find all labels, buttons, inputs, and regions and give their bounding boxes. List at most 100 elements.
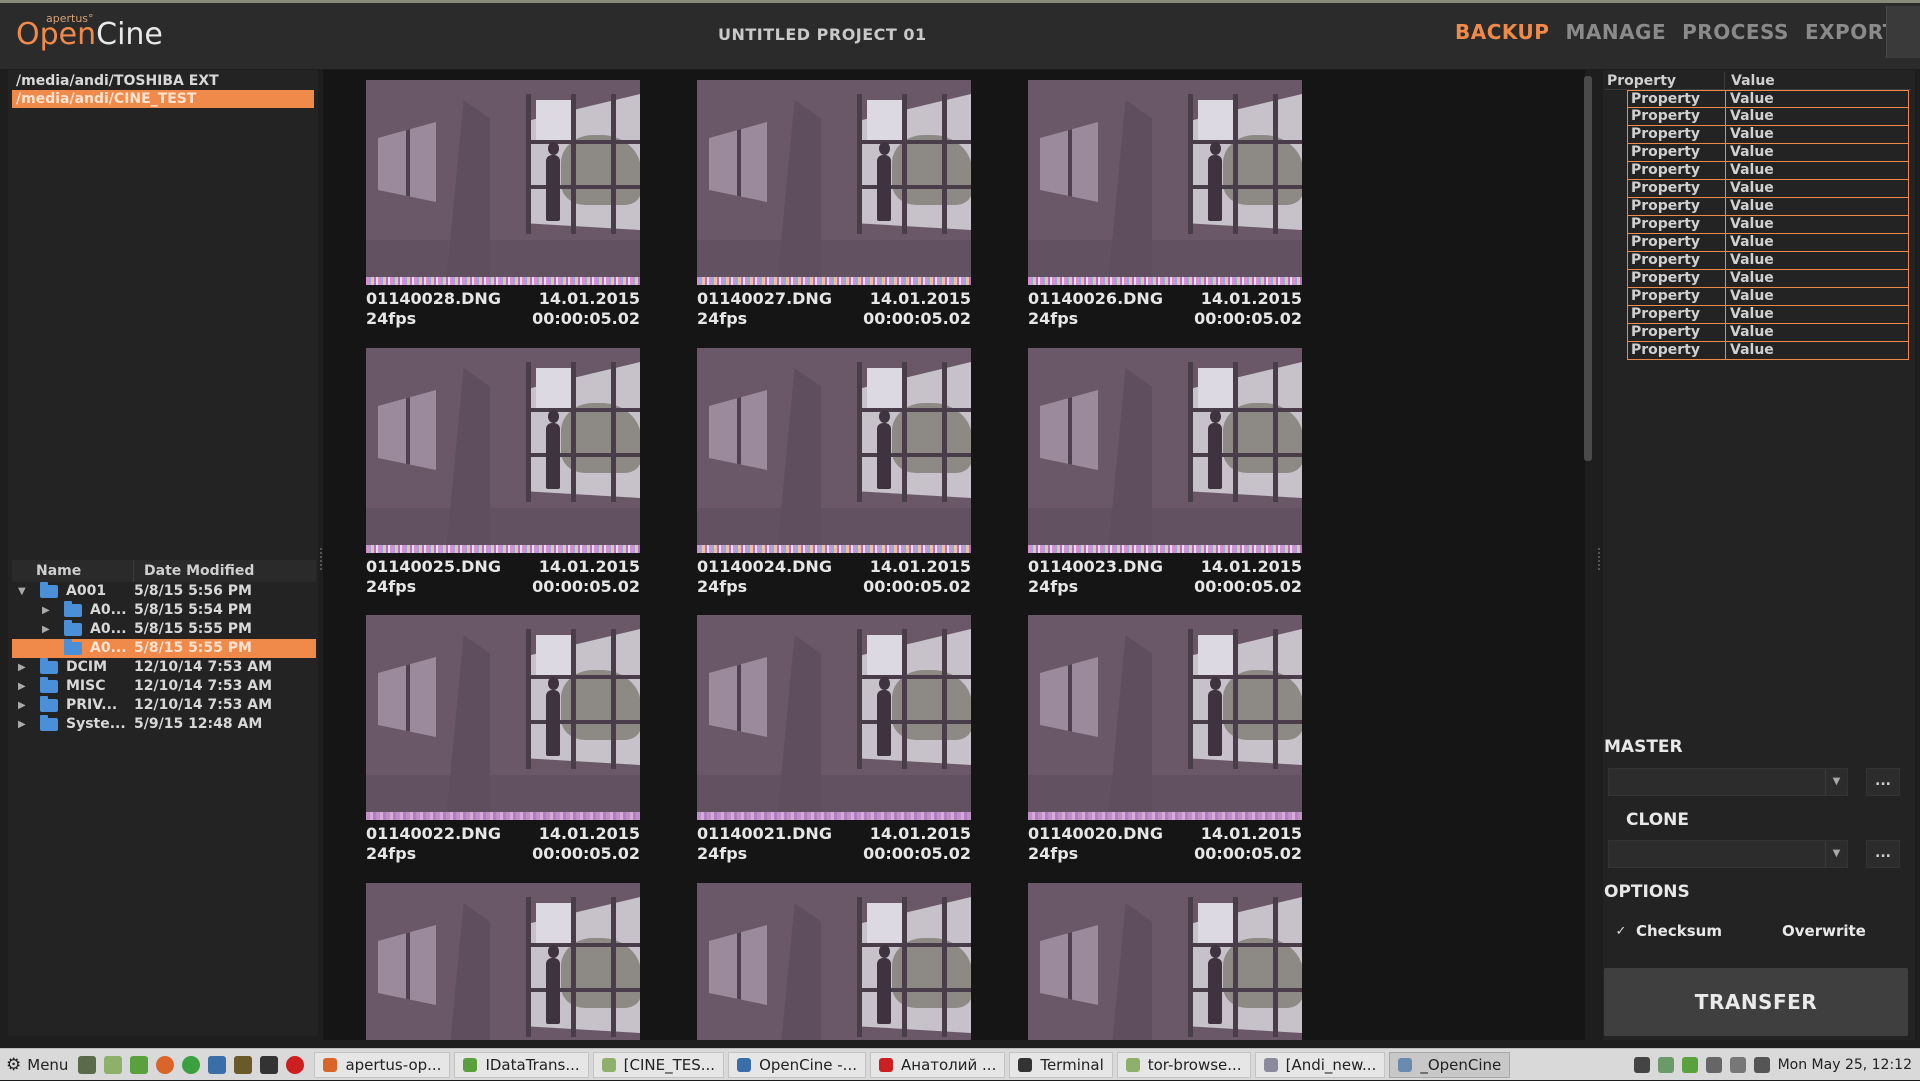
clip-thumbnail[interactable]: 01140027.DNG 24fps 14.01.2015 00:00:05.02 [697, 80, 971, 329]
chevron-down-icon[interactable]: ▼ [1825, 769, 1847, 795]
col-property[interactable]: Property [1605, 72, 1725, 89]
desktop-icon[interactable] [78, 1055, 97, 1074]
property-row[interactable]: Property Value [1627, 342, 1909, 360]
taskbar-task[interactable]: _OpenCine [1389, 1051, 1511, 1078]
tree-row[interactable]: ▶ PRIV... 12/10/14 7:53 AM [12, 696, 316, 715]
qt-icon[interactable] [130, 1055, 149, 1074]
property-row[interactable]: Property Value [1627, 252, 1909, 270]
taskbar-task[interactable]: tor-browse... [1116, 1051, 1251, 1078]
col-value[interactable]: Value [1725, 72, 1775, 89]
tree-row-selected[interactable]: A0... 5/8/15 5:55 PM [12, 639, 316, 658]
clone-browse-button[interactable]: ... [1866, 840, 1900, 868]
calculator-icon[interactable] [234, 1055, 253, 1074]
update-icon[interactable] [1681, 1057, 1698, 1073]
property-row[interactable]: Property Value [1627, 144, 1909, 162]
overwrite-checkbox[interactable] [1760, 925, 1774, 939]
terminal-icon[interactable] [260, 1055, 279, 1074]
battery-icon[interactable] [1753, 1057, 1770, 1073]
nav-manage[interactable]: MANAGE [1565, 20, 1666, 44]
network-icon[interactable] [1657, 1057, 1674, 1073]
tree-row[interactable]: ▶ A0... 5/8/15 5:55 PM [12, 620, 316, 639]
checkmark-icon[interactable]: ✓ [1614, 924, 1628, 939]
code-icon [737, 1057, 752, 1072]
clip-thumbnail[interactable]: 01140026.DNG 24fps 14.01.2015 00:00:05.02 [1028, 80, 1302, 329]
window-control-button[interactable] [1886, 6, 1920, 58]
clone-checkbox[interactable] [1604, 813, 1618, 827]
drive-item-selected[interactable]: /media/andi/CINE_TEST [12, 90, 314, 108]
property-row[interactable]: Property Value [1627, 324, 1909, 342]
expand-arrow-icon[interactable]: ▶ [18, 658, 26, 677]
property-row[interactable]: Property Value [1627, 108, 1909, 126]
clip-thumbnail[interactable] [1028, 883, 1302, 1040]
tree-row[interactable]: ▶ DCIM 12/10/14 7:53 AM [12, 658, 316, 677]
volume-icon[interactable] [1705, 1057, 1722, 1073]
logo-cine: Cine [96, 17, 163, 52]
property-value: Value [1730, 234, 1774, 250]
expand-arrow-icon[interactable]: ▶ [42, 601, 50, 620]
signal-icon[interactable] [1729, 1057, 1746, 1073]
nav-backup[interactable]: BACKUP [1455, 20, 1549, 44]
chrome-icon[interactable] [182, 1055, 201, 1074]
opera-icon[interactable] [286, 1055, 305, 1074]
property-row[interactable]: Property Value [1627, 90, 1909, 108]
clip-thumbnail[interactable]: 01140024.DNG 24fps 14.01.2015 00:00:05.02 [697, 348, 971, 597]
taskbar-task[interactable]: IDataTrans... [454, 1051, 589, 1078]
tree-row[interactable]: ▶ Syste... 5/9/15 12:48 AM [12, 715, 316, 734]
taskbar-task[interactable]: apertus-op... [314, 1051, 451, 1078]
clip-thumbnail[interactable]: 01140021.DNG 24fps 14.01.2015 00:00:05.02 [697, 615, 971, 864]
code-icon[interactable] [208, 1055, 227, 1074]
overwrite-option[interactable]: Overwrite [1760, 922, 1866, 940]
folder-tree: Name Date Modified ▼ A001 5/8/15 5:56 PM… [12, 560, 316, 734]
taskbar-task[interactable]: [CINE_TES... [592, 1051, 725, 1078]
clone-combo[interactable]: ▼ [1608, 840, 1848, 868]
nav-process[interactable]: PROCESS [1682, 20, 1789, 44]
property-row[interactable]: Property Value [1627, 180, 1909, 198]
clip-thumbnail[interactable] [366, 883, 640, 1040]
right-splitter-handle[interactable] [1598, 548, 1601, 570]
expand-arrow-icon[interactable]: ▶ [18, 696, 26, 715]
transfer-button[interactable]: TRANSFER [1604, 968, 1908, 1036]
clip-thumbnail[interactable] [697, 883, 971, 1040]
tree-col-name[interactable]: Name [12, 560, 134, 582]
property-row[interactable]: Property Value [1627, 198, 1909, 216]
tree-row[interactable]: ▼ A001 5/8/15 5:56 PM [12, 582, 316, 601]
property-row[interactable]: Property Value [1627, 306, 1909, 324]
grid-scrollbar[interactable] [1584, 76, 1592, 461]
chevron-down-icon[interactable]: ▼ [1825, 841, 1847, 867]
tree-col-date[interactable]: Date Modified [134, 560, 254, 582]
collapse-arrow-icon[interactable]: ▼ [18, 582, 26, 601]
property-row[interactable]: Property Value [1627, 162, 1909, 180]
tree-row[interactable]: ▶ MISC 12/10/14 7:53 AM [12, 677, 316, 696]
folder-icon [64, 639, 82, 655]
property-row[interactable]: Property Value [1627, 126, 1909, 144]
clip-thumbnail[interactable]: 01140023.DNG 24fps 14.01.2015 00:00:05.02 [1028, 348, 1302, 597]
property-row[interactable]: Property Value [1627, 288, 1909, 306]
tree-row[interactable]: ▶ A0... 5/8/15 5:54 PM [12, 601, 316, 620]
clip-thumbnail[interactable]: 01140028.DNG 24fps 14.01.2015 00:00:05.02 [366, 80, 640, 329]
checksum-option[interactable]: ✓ Checksum [1614, 922, 1722, 940]
expand-arrow-icon[interactable]: ▶ [18, 715, 26, 734]
clip-thumbnail[interactable]: 01140022.DNG 24fps 14.01.2015 00:00:05.02 [366, 615, 640, 864]
expand-arrow-icon[interactable]: ▶ [42, 620, 50, 639]
drive-item[interactable]: /media/andi/TOSHIBA EXT [12, 72, 314, 90]
taskbar-task[interactable]: OpenCine -... [728, 1051, 866, 1078]
master-combo[interactable]: ▼ [1608, 768, 1848, 796]
nav-export[interactable]: EXPORT [1805, 20, 1897, 44]
taskbar-task[interactable]: Terminal [1009, 1051, 1113, 1078]
workspace-icon[interactable] [1633, 1057, 1650, 1073]
clock[interactable]: Mon May 25, 12:12 [1778, 1057, 1912, 1073]
taskbar-task[interactable]: Анатолий ... [870, 1051, 1006, 1078]
clip-thumbnail[interactable]: 01140020.DNG 24fps 14.01.2015 00:00:05.02 [1028, 615, 1302, 864]
taskbar-task[interactable]: [Andi_new... [1254, 1051, 1386, 1078]
files-icon[interactable] [104, 1055, 123, 1074]
clip-thumbnail[interactable]: 01140025.DNG 24fps 14.01.2015 00:00:05.02 [366, 348, 640, 597]
tree-row-name: A0... [90, 602, 127, 618]
master-browse-button[interactable]: ... [1866, 768, 1900, 796]
property-row[interactable]: Property Value [1627, 270, 1909, 288]
start-menu-button[interactable]: ⚙ Menu [0, 1055, 74, 1075]
property-row[interactable]: Property Value [1627, 216, 1909, 234]
clip-date: 14.01.2015 [538, 824, 640, 843]
expand-arrow-icon[interactable]: ▶ [18, 677, 26, 696]
firefox-icon[interactable] [156, 1055, 175, 1074]
property-row[interactable]: Property Value [1627, 234, 1909, 252]
